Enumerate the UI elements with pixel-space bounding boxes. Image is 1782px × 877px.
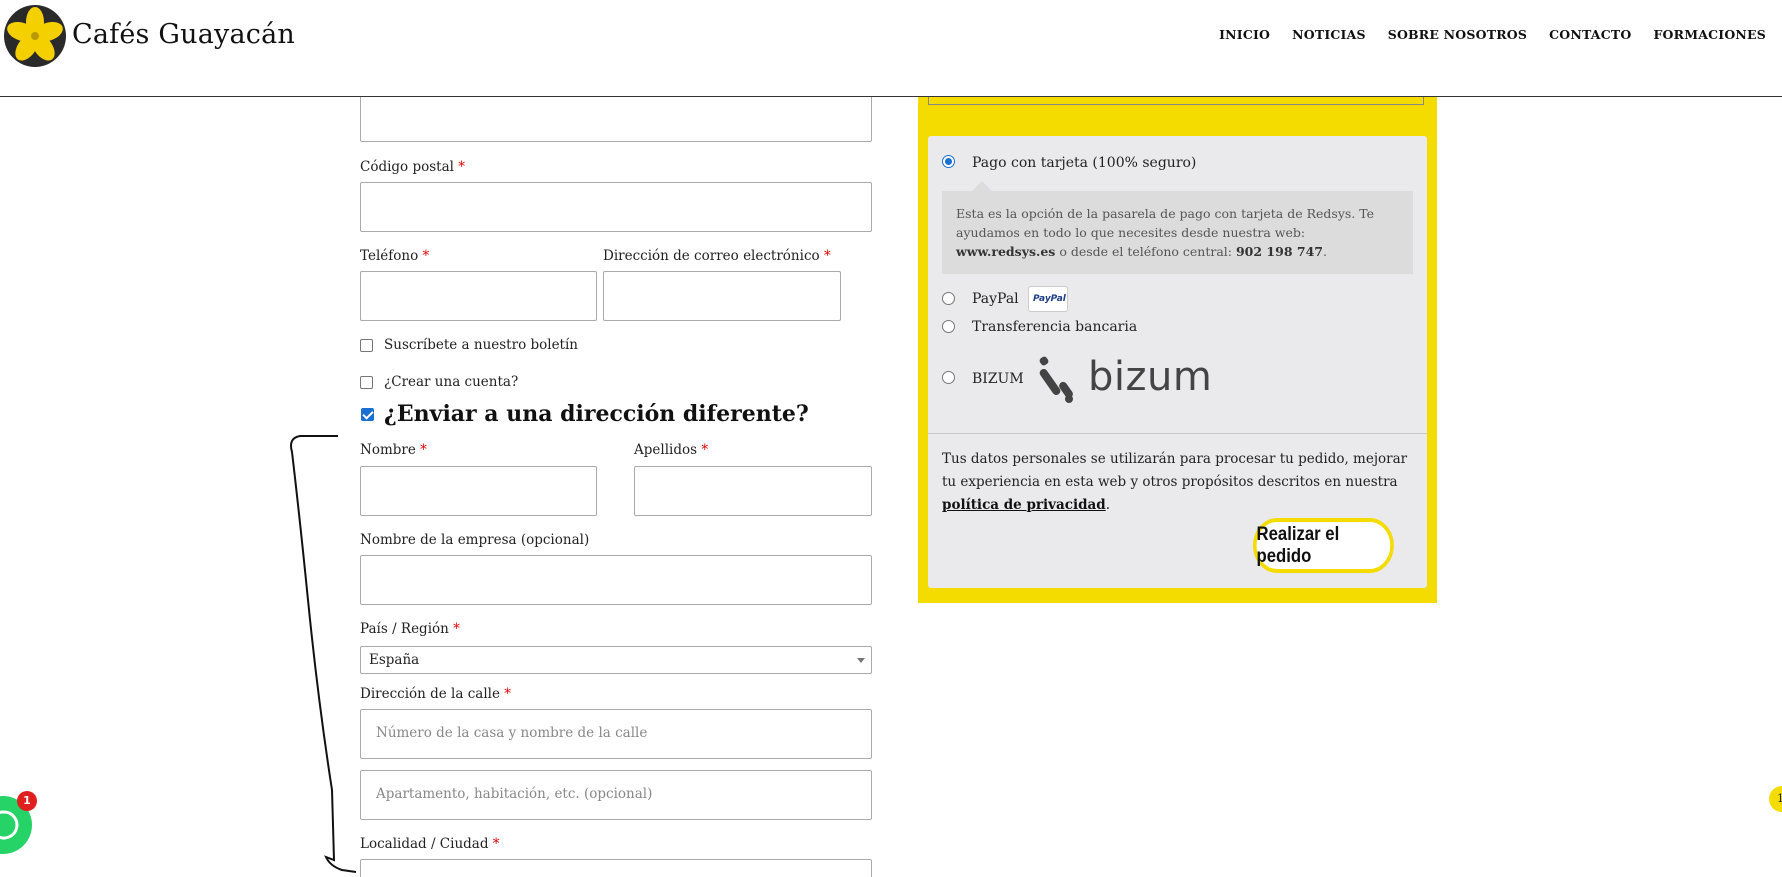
bizum-label[interactable]: BIZUM <box>972 371 1024 387</box>
ship-different-checkbox[interactable] <box>361 408 374 421</box>
apartment-placeholder: Apartamento, habitación, etc. (opcional) <box>376 786 653 802</box>
first-name-label: Nombre * <box>360 442 427 458</box>
newsletter-checkbox[interactable] <box>360 339 373 352</box>
newsletter-label[interactable]: Suscríbete a nuestro boletín <box>384 337 578 353</box>
whatsapp-notification-badge: 1 <box>17 791 37 811</box>
logo-icon[interactable] <box>4 5 66 67</box>
chevron-down-icon <box>857 658 865 663</box>
privacy-policy-link[interactable]: política de privacidad <box>942 497 1106 513</box>
card-info-text: Esta es la opción de la pasarela de pago… <box>956 206 1375 259</box>
country-select[interactable]: España <box>360 646 872 674</box>
nav-noticias[interactable]: NOTICIAS <box>1292 27 1366 42</box>
create-account-checkbox[interactable] <box>360 376 373 389</box>
postcode-input[interactable] <box>360 182 872 232</box>
company-label: Nombre de la empresa (opcional) <box>360 532 590 548</box>
last-name-label: Apellidos * <box>634 442 709 458</box>
city-label: Localidad / Ciudad * <box>360 836 500 852</box>
annotation-bracket <box>290 435 357 873</box>
nav-formaciones[interactable]: FORMACIONES <box>1653 27 1766 42</box>
nav-sobre-nosotros[interactable]: SOBRE NOSOTROS <box>1388 27 1527 42</box>
street-label: Dirección de la calle * <box>360 686 511 702</box>
phone-label: Teléfono * <box>360 248 430 264</box>
site-header: Cafés Guayacán INICIO NOTICIAS SOBRE NOS… <box>0 0 1782 97</box>
last-name-input[interactable] <box>634 466 872 516</box>
country-label: País / Región * <box>360 621 460 637</box>
bank-transfer-label[interactable]: Transferencia bancaria <box>972 319 1137 335</box>
first-name-input[interactable] <box>360 466 597 516</box>
place-order-button[interactable]: Realizar el pedido <box>1253 518 1394 573</box>
card-payment-label[interactable]: Pago con tarjeta (100% seguro) <box>972 155 1196 171</box>
street-placeholder: Número de la casa y nombre de la calle <box>376 725 648 741</box>
floating-cart-badge[interactable]: 1 <box>1769 786 1782 812</box>
main-nav: INICIO NOTICIAS SOBRE NOSOTROS CONTACTO … <box>1219 27 1766 42</box>
nav-contacto[interactable]: CONTACTO <box>1549 27 1631 42</box>
apartment-input[interactable]: Apartamento, habitación, etc. (opcional) <box>360 770 872 820</box>
card-payment-radio[interactable] <box>942 155 955 168</box>
ship-different-heading[interactable]: ¿Enviar a una dirección diferente? <box>384 401 809 427</box>
bank-transfer-radio[interactable] <box>942 320 955 333</box>
brand-name[interactable]: Cafés Guayacán <box>72 19 295 50</box>
paypal-radio[interactable] <box>942 292 955 305</box>
phone-input[interactable] <box>360 271 597 321</box>
street-input[interactable]: Número de la casa y nombre de la calle <box>360 709 872 759</box>
bizum-logo-icon <box>1039 356 1073 403</box>
payment-divider <box>928 433 1427 434</box>
postcode-label: Código postal * <box>360 159 466 175</box>
city-input[interactable] <box>360 859 872 877</box>
bizum-radio[interactable] <box>942 371 955 384</box>
bizum-logo-text: bizum <box>1088 354 1213 400</box>
order-summary-box <box>928 97 1424 105</box>
email-label: Dirección de correo electrónico * <box>603 248 831 264</box>
paypal-label[interactable]: PayPal <box>972 291 1019 307</box>
billing-address-field[interactable] <box>360 92 872 142</box>
create-account-label[interactable]: ¿Crear una cuenta? <box>384 374 518 390</box>
paypal-logo-icon: PayPal <box>1028 286 1068 312</box>
card-payment-info: Esta es la opción de la pasarela de pago… <box>942 181 1413 274</box>
company-input[interactable] <box>360 555 872 605</box>
nav-inicio[interactable]: INICIO <box>1219 27 1270 42</box>
email-input[interactable] <box>603 271 841 321</box>
country-select-value: España <box>369 652 420 668</box>
privacy-notice: Tus datos personales se utilizarán para … <box>942 451 1408 513</box>
